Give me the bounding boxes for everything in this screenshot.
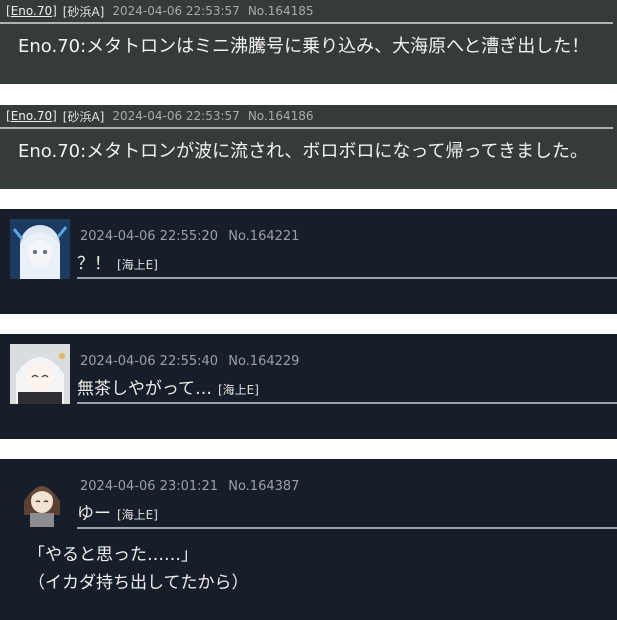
post-speech: ゆー [海上E] [77,499,617,529]
system-message: Eno.70:メタトロンが波に流され、ボロボロになって帰ってきました。 [18,141,589,162]
post-meta: 2024-04-06 22:55:20 No.164221 [80,229,299,244]
avatar[interactable] [14,471,70,527]
timestamp: 2024-04-06 22:55:20 [80,229,219,244]
system-log-entry: [Eno.70] [砂浜A] 2024-04-06 22:53:57 No.16… [0,0,617,84]
location-label: [海上E] [217,383,259,397]
post-meta: 2024-04-06 22:55:40 No.164229 [80,354,299,369]
timestamp: 2024-04-06 23:01:21 [80,479,219,494]
post-number: No.164186 [247,109,314,123]
area-label: [砂浜A] [62,109,105,124]
eno-link[interactable]: Eno.70 [11,109,52,123]
avatar[interactable] [10,219,70,279]
chat-post: 2024-04-06 22:55:20 No.164221 ？！ [海上E] [0,209,617,314]
post-number: No.164387 [228,479,300,494]
avatar[interactable] [10,344,70,404]
avatar-white-hair-smiling-icon [10,344,70,404]
avatar-brown-hair-icon [14,471,70,527]
post-number: No.164185 [247,4,314,18]
speech-text: 無茶しやがって… [77,379,212,399]
location-label: [海上E] [117,508,158,522]
timestamp: 2024-04-06 22:55:40 [80,354,219,369]
chat-post: 2024-04-06 22:55:40 No.164229 無茶しやがって… [海… [0,334,617,439]
post-body-line: 「やると思った……」 [28,545,198,565]
post-number: No.164221 [228,229,300,244]
post-speech: ？！ [海上E] [77,249,617,279]
post-speech: 無茶しやがって… [海上E] [77,374,617,404]
post-body-line: （イカダ持ち出してたから） [28,573,249,593]
speech-text: ？！ [77,254,111,274]
post-meta: 2024-04-06 23:01:21 No.164387 [80,479,299,494]
location-label: [海上E] [117,258,158,272]
post-number: No.164229 [228,354,300,369]
post-body: 「やると思った……」 （イカダ持ち出してたから） [28,541,249,597]
area-label: [砂浜A] [62,4,105,19]
system-log-entry: [Eno.70] [砂浜A] 2024-04-06 22:53:57 No.16… [0,105,617,189]
timestamp: 2024-04-06 22:53:57 [112,4,240,18]
speech-text: ゆー [77,504,111,524]
chat-post: 2024-04-06 23:01:21 No.164387 ゆー [海上E] 「や… [0,459,617,620]
avatar-white-hair-icon [10,219,70,279]
system-log-header: [Eno.70] [砂浜A] 2024-04-06 22:53:57 No.16… [0,0,613,24]
eno-link[interactable]: Eno.70 [11,4,52,18]
system-log-header: [Eno.70] [砂浜A] 2024-04-06 22:53:57 No.16… [0,105,613,129]
system-message: Eno.70:メタトロンはミニ沸騰号に乗り込み、大海原へと漕ぎ出した！ [18,36,590,57]
timestamp: 2024-04-06 22:53:57 [112,109,240,123]
